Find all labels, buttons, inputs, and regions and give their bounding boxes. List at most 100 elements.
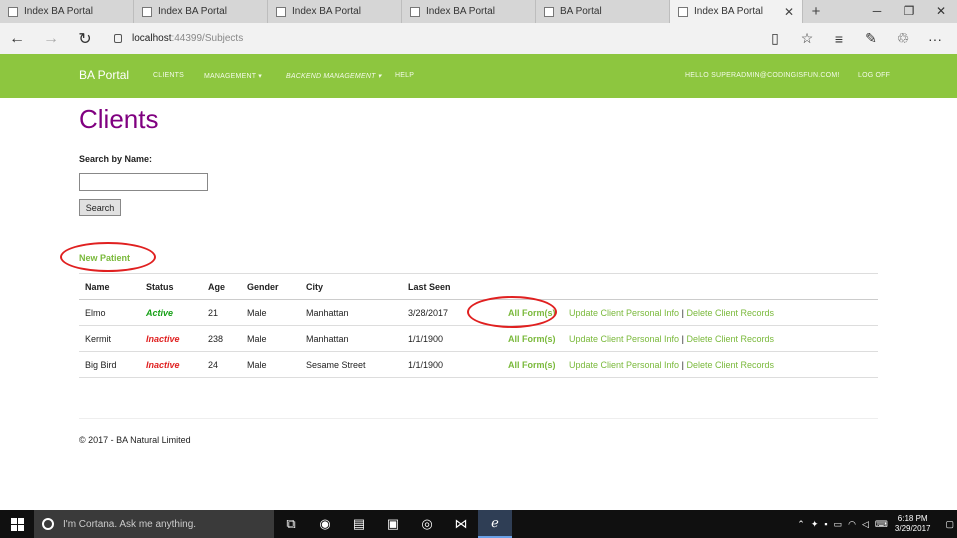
restore-icon[interactable]: ❐ [893, 0, 925, 23]
new-tab-icon[interactable]: + [803, 0, 829, 23]
delete-client-link[interactable]: Delete Client Records [686, 334, 774, 344]
close-tab-icon[interactable]: ✕ [784, 5, 794, 19]
cortana-icon [42, 518, 54, 530]
tab-title: Index BA Portal [292, 6, 361, 17]
hub-icon[interactable]: ≡ [823, 31, 855, 47]
app-icon-purple[interactable]: ◉ [308, 510, 342, 538]
search-button[interactable]: Search [79, 199, 121, 216]
start-button[interactable] [0, 510, 34, 538]
all-forms-link[interactable]: All Form(s) [508, 334, 556, 344]
search-input[interactable] [79, 173, 208, 191]
close-window-icon[interactable]: ✕ [925, 0, 957, 23]
clock[interactable]: 6:18 PM 3/29/2017 [895, 514, 931, 534]
cell-city: Manhattan [300, 325, 402, 352]
tab-title: Index BA Portal [694, 6, 763, 17]
url-host: localhost [132, 33, 172, 44]
page-icon [142, 6, 152, 17]
wifi-icon[interactable]: ◠ [848, 519, 856, 530]
col-name: Name [79, 273, 140, 300]
dropbox-icon[interactable]: ✦ [811, 519, 819, 530]
cortana-placeholder: I'm Cortana. Ask me anything. [63, 518, 197, 530]
cell-gender: Male [241, 299, 300, 326]
clients-table: Name Status Age Gender City Last Seen El… [79, 273, 878, 378]
chrome-icon[interactable]: ◎ [410, 510, 444, 538]
refresh-icon[interactable]: ↻ [68, 29, 102, 49]
file-explorer-icon[interactable]: ▤ [342, 510, 376, 538]
cell-actions: Update Client Personal Info | Delete Cli… [563, 299, 878, 326]
web-note-icon[interactable]: ✎ [855, 30, 887, 47]
forward-icon[interactable]: → [34, 30, 68, 48]
page-icon [410, 6, 420, 17]
nav-backend-management[interactable]: BACKEND MANAGEMENT ▾ [286, 72, 381, 80]
col-last-seen: Last Seen [402, 273, 481, 300]
all-forms-link[interactable]: All Form(s) [508, 360, 556, 370]
keyboard-icon[interactable]: ⌨ [875, 519, 888, 530]
minimize-icon[interactable]: ─ [861, 0, 893, 23]
cell-forms: All Form(s) [481, 351, 563, 378]
task-view-icon[interactable]: ⧉ [274, 510, 308, 538]
nav-clients[interactable]: CLIENTS [153, 72, 184, 79]
browser-tab[interactable]: Index BA Portal [402, 0, 536, 23]
edge-icon[interactable]: ℯ [478, 510, 512, 538]
browser-tab[interactable]: Index BA Portal [268, 0, 402, 23]
nav-management-label: MANAGEMENT [204, 73, 257, 80]
delete-client-link[interactable]: Delete Client Records [686, 308, 774, 318]
cortana-search-box[interactable]: I'm Cortana. Ask me anything. [34, 510, 274, 538]
site-navbar: BA Portal CLIENTS MANAGEMENT ▾ BACKEND M… [0, 54, 957, 98]
cell-status: Active [140, 299, 202, 326]
tab-title: BA Portal [560, 6, 602, 17]
page-icon [276, 6, 286, 17]
back-icon[interactable]: ← [0, 30, 34, 48]
nav-log-off[interactable]: LOG OFF [858, 72, 890, 79]
cell-age: 24 [202, 351, 241, 378]
browser-tab-active[interactable]: Index BA Portal ✕ [670, 0, 803, 23]
browser-tab[interactable]: Index BA Portal [134, 0, 268, 23]
update-client-link[interactable]: Update Client Personal Info [569, 334, 679, 344]
separator: | [681, 359, 684, 370]
notifications-icon[interactable]: ▢ [945, 519, 954, 530]
browser-tab-strip: Index BA Portal Index BA Portal Index BA… [0, 0, 957, 23]
volume-icon[interactable]: ◁ [862, 519, 869, 530]
favorite-star-icon[interactable]: ☆ [791, 30, 823, 47]
battery-icon[interactable]: ▭ [834, 519, 843, 530]
app-icon-window[interactable]: ▣ [376, 510, 410, 538]
update-client-link[interactable]: Update Client Personal Info [569, 308, 679, 318]
page-icon [8, 6, 18, 17]
delete-client-link[interactable]: Delete Client Records [686, 360, 774, 370]
browser-tab[interactable]: BA Portal [536, 0, 670, 23]
update-client-link[interactable]: Update Client Personal Info [569, 360, 679, 370]
col-actions [563, 273, 878, 300]
separator: | [681, 307, 684, 318]
col-age: Age [202, 273, 241, 300]
share-icon[interactable]: ♲ [887, 30, 919, 47]
url-path: :44399/Subjects [171, 33, 244, 44]
cell-last-seen: 1/1/1900 [402, 325, 481, 352]
new-patient-link[interactable]: New Patient [79, 253, 130, 263]
nav-management[interactable]: MANAGEMENT ▾ [204, 72, 262, 80]
cell-gender: Male [241, 351, 300, 378]
cell-name: Big Bird [79, 351, 140, 378]
nav-hello-user[interactable]: HELLO SUPERADMIN@CODINGISFUN.COM! [685, 72, 840, 79]
cell-name: Elmo [79, 299, 140, 326]
tab-title: Index BA Portal [426, 6, 495, 17]
reading-view-icon[interactable]: ▯ [759, 30, 791, 47]
brand-link[interactable]: BA Portal [79, 68, 129, 82]
tray-app-icon[interactable]: ▪ [824, 519, 827, 529]
windows-logo-icon [10, 517, 24, 531]
nav-help[interactable]: HELP [395, 72, 414, 79]
cell-status: Inactive [140, 351, 202, 378]
window-controls: ─ ❐ ✕ [861, 0, 957, 23]
tab-title: Index BA Portal [24, 6, 93, 17]
show-hidden-icons-icon[interactable]: ⌃ [797, 519, 805, 530]
cell-last-seen: 1/1/1900 [402, 351, 481, 378]
page-title: Clients [79, 104, 159, 134]
url-field[interactable]: localhost:44399/Subjects [114, 33, 243, 44]
cell-gender: Male [241, 325, 300, 352]
cell-city: Manhattan [300, 299, 402, 326]
more-icon[interactable]: ··· [919, 31, 951, 47]
system-tray: ⌃ ✦ ▪ ▭ ◠ ◁ ⌨ 6:18 PM 3/29/2017 ▢ [794, 510, 957, 538]
visual-studio-icon[interactable]: ⋈ [444, 510, 478, 538]
lock-icon [114, 34, 122, 43]
browser-tab[interactable]: Index BA Portal [0, 0, 134, 23]
table-header-row: Name Status Age Gender City Last Seen [79, 273, 878, 300]
